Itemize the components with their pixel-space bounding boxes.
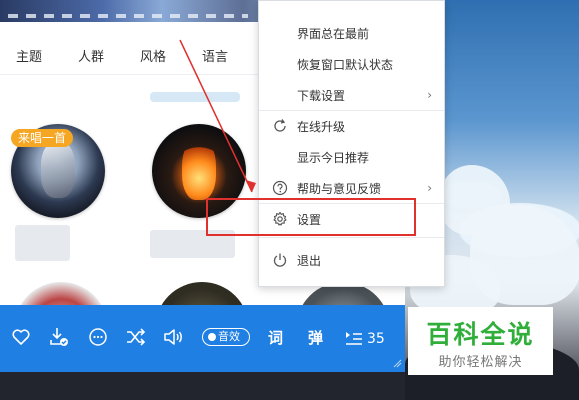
watermark-title: 百科全说 [426,320,535,349]
watermark-logo: 百科全说 助你轻松解决 [408,307,553,375]
watermark-subtitle: 助你轻松解决 [438,355,523,370]
